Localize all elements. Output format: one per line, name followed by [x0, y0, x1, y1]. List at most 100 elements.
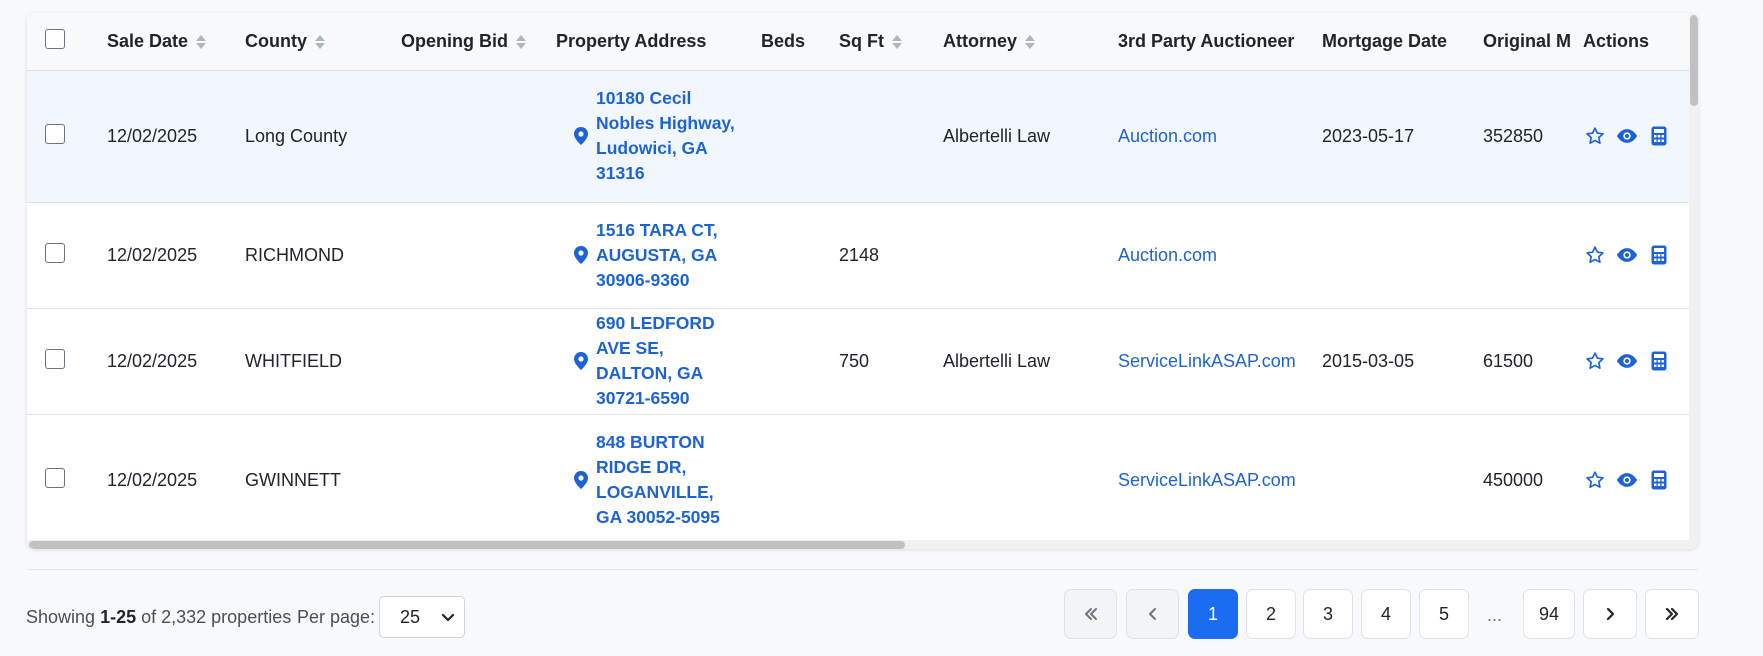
- address-cell: 10180 Cecil Nobles Highway, Ludowici, GA…: [556, 70, 761, 203]
- sort-icon[interactable]: [315, 33, 325, 51]
- auctioneer-link[interactable]: ServiceLinkASAP.com: [1118, 351, 1296, 371]
- row-checkbox[interactable]: [45, 467, 65, 488]
- row-checkbox[interactable]: [45, 242, 65, 263]
- auctioneer-link[interactable]: Auction.com: [1118, 126, 1217, 146]
- calculator-icon[interactable]: [1647, 468, 1671, 492]
- header-mortgage-date: Mortgage Date: [1322, 13, 1483, 71]
- sort-icon[interactable]: [196, 33, 207, 51]
- eye-icon[interactable]: [1615, 243, 1639, 267]
- original-cell: [1483, 202, 1583, 309]
- next-page-button[interactable]: [1583, 589, 1637, 639]
- sort-icon[interactable]: [516, 33, 526, 51]
- chevron-right-icon: [1606, 607, 1615, 621]
- previous-page-button[interactable]: [1126, 589, 1179, 639]
- per-page-label: Per page:: [297, 607, 376, 627]
- vertical-scrollbar[interactable]: [1689, 13, 1698, 541]
- header-auctioneer-label: 3rd Party Auctioneer: [1118, 30, 1295, 51]
- row-select-cell: [27, 414, 107, 541]
- page-button-3[interactable]: 3: [1303, 589, 1353, 639]
- sq-ft-cell: [839, 414, 943, 541]
- sort-icon[interactable]: [1025, 33, 1036, 51]
- row-checkbox[interactable]: [45, 348, 65, 369]
- map-pin-icon: [574, 352, 588, 370]
- vertical-scrollbar-thumb[interactable]: [1690, 15, 1698, 106]
- header-attorney-label: Attorney: [943, 30, 1018, 51]
- eye-icon[interactable]: [1615, 349, 1639, 373]
- showing-prefix: Showing: [26, 607, 96, 627]
- address-link[interactable]: 1516 TARA CT, AUGUSTA, GA 30906-9360: [596, 218, 736, 293]
- pagination-ellipsis: ...: [1487, 605, 1503, 625]
- auctioneer-link[interactable]: ServiceLinkASAP.com: [1118, 470, 1296, 490]
- header-sale-date-label: Sale Date: [107, 30, 189, 51]
- beds-cell: [761, 70, 839, 203]
- select-all-checkbox[interactable]: [45, 28, 65, 49]
- county-cell: GWINNETT: [245, 414, 391, 541]
- last-page-button[interactable]: [1645, 589, 1699, 639]
- address-link[interactable]: 10180 Cecil Nobles Highway, Ludowici, GA…: [596, 86, 736, 186]
- beds-cell: [761, 308, 839, 415]
- auctioneer-cell: Auction.com: [1118, 70, 1322, 203]
- properties-table-card: Sale Date County Opening Bid Property Ad…: [27, 13, 1698, 549]
- row-select-cell: [27, 308, 107, 415]
- star-icon[interactable]: [1583, 468, 1607, 492]
- calculator-icon[interactable]: [1647, 243, 1671, 267]
- address-link[interactable]: 848 BURTON RIDGE DR, LOGANVILLE, GA 3005…: [596, 430, 736, 530]
- page-button-4[interactable]: 4: [1361, 589, 1411, 639]
- sort-icon[interactable]: [892, 33, 902, 51]
- auctioneer-cell: Auction.com: [1118, 202, 1322, 309]
- table-row[interactable]: 12/02/2025 RICHMOND 1516 TARA CT, AUGUST…: [27, 202, 1689, 309]
- opening-bid-cell: [391, 202, 556, 309]
- page-button-5[interactable]: 5: [1419, 589, 1469, 639]
- opening-bid-cell: [391, 414, 556, 541]
- calculator-icon[interactable]: [1647, 124, 1671, 148]
- address-link[interactable]: 690 LEDFORD AVE SE, DALTON, GA 30721-659…: [596, 311, 736, 411]
- header-sale-date[interactable]: Sale Date: [107, 13, 245, 71]
- header-property-address-label: Property Address: [556, 30, 707, 51]
- table-row[interactable]: 12/02/2025 Long County 10180 Cecil Noble…: [27, 70, 1689, 203]
- actions-cell: [1583, 202, 1689, 309]
- header-actions-label: Actions: [1583, 30, 1650, 51]
- row-checkbox[interactable]: [45, 123, 65, 144]
- page-button-last[interactable]: 94: [1523, 589, 1575, 639]
- page-button-2[interactable]: 2: [1246, 589, 1296, 639]
- header-actions: Actions: [1583, 13, 1689, 71]
- table-row[interactable]: 12/02/2025 GWINNETT 848 BURTON RIDGE DR,…: [27, 414, 1689, 541]
- attorney-cell: [943, 414, 1118, 541]
- star-icon[interactable]: [1583, 124, 1607, 148]
- map-pin-icon: [574, 246, 588, 264]
- calculator-icon[interactable]: [1647, 349, 1671, 373]
- map-pin-icon: [574, 127, 588, 145]
- auctioneer-cell: ServiceLinkASAP.com: [1118, 414, 1322, 541]
- actions-cell: [1583, 70, 1689, 203]
- header-sq-ft[interactable]: Sq Ft: [839, 13, 943, 71]
- address-cell: 690 LEDFORD AVE SE, DALTON, GA 30721-659…: [556, 308, 761, 415]
- map-pin-icon: [574, 471, 588, 489]
- header-attorney[interactable]: Attorney: [943, 13, 1118, 71]
- table-row[interactable]: 12/02/2025 WHITFIELD 690 LEDFORD AVE SE,…: [27, 308, 1689, 415]
- star-icon[interactable]: [1583, 349, 1607, 373]
- beds-cell: [761, 414, 839, 541]
- page-button-1[interactable]: 1: [1188, 589, 1238, 639]
- address-cell: 848 BURTON RIDGE DR, LOGANVILLE, GA 3005…: [556, 414, 761, 541]
- header-opening-bid[interactable]: Opening Bid: [391, 13, 556, 71]
- header-county-label: County: [245, 30, 307, 51]
- mortgage-date-cell: 2015-03-05: [1322, 308, 1483, 415]
- header-beds: Beds: [761, 13, 839, 71]
- chevron-left-icon: [1148, 608, 1156, 620]
- header-original-label: Original M: [1483, 30, 1572, 51]
- horizontal-scrollbar-thumb[interactable]: [29, 541, 905, 549]
- eye-icon[interactable]: [1615, 468, 1639, 492]
- mortgage-date-cell: 2023-05-17: [1322, 70, 1483, 203]
- eye-icon[interactable]: [1615, 124, 1639, 148]
- original-cell: 450000: [1483, 414, 1583, 541]
- per-page-select[interactable]: 25: [379, 596, 465, 638]
- header-auctioneer: 3rd Party Auctioneer: [1118, 13, 1322, 71]
- first-page-button[interactable]: [1064, 589, 1117, 639]
- double-chevron-right-icon: [1665, 607, 1679, 621]
- auctioneer-link[interactable]: Auction.com: [1118, 245, 1217, 265]
- attorney-cell: [943, 202, 1118, 309]
- horizontal-scrollbar[interactable]: [27, 540, 1698, 549]
- address-cell: 1516 TARA CT, AUGUSTA, GA 30906-9360: [556, 202, 761, 309]
- star-icon[interactable]: [1583, 243, 1607, 267]
- header-county[interactable]: County: [245, 13, 391, 71]
